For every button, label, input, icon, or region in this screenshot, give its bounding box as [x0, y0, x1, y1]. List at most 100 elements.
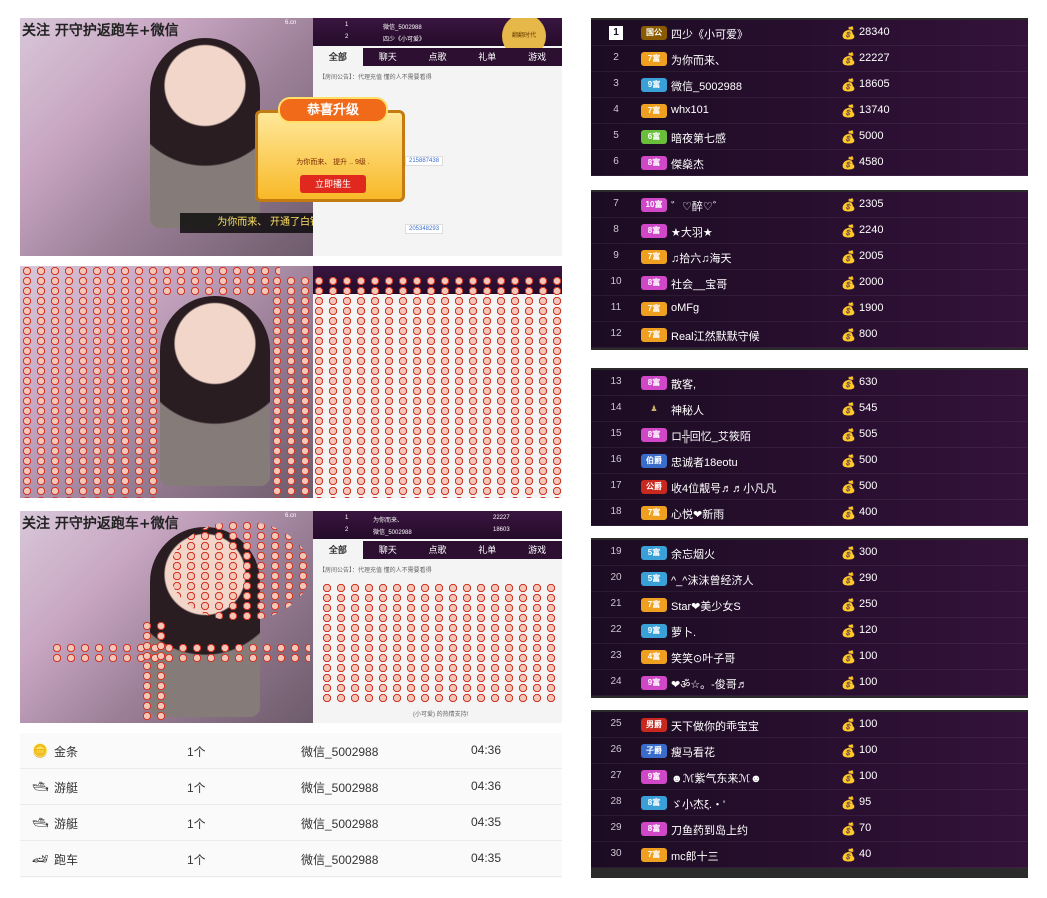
support-footer: (小可爱) 的热情支持! [413, 712, 469, 718]
rank-user-name: oMFg [671, 302, 700, 314]
coin-icon: 💰 [841, 276, 856, 290]
tab-song[interactable]: 点歌 [413, 48, 463, 66]
rank-row: 30 7富 mc郎十三 💰 40 [591, 842, 1028, 868]
rank-badge: 9富 [641, 78, 667, 92]
rank-score: 545 [859, 402, 878, 414]
rank-score: 95 [859, 796, 872, 808]
rank-user-name: 心悦❤新雨 [671, 509, 725, 521]
rank-row: 26 子爵 瘦马看花 💰 100 [591, 738, 1028, 764]
gift-time: 04:36 [471, 743, 502, 757]
rank-user-name: 瘦马看花 [671, 747, 715, 759]
rank-number: 29 [610, 822, 622, 833]
tab-all[interactable]: 全部 [313, 48, 363, 66]
rank-user-name: Real江然默默守候 [671, 331, 760, 343]
rank-row: 2 7富 为你而来、 💰 22227 [591, 46, 1028, 72]
coin-icon: 💰 [841, 130, 856, 144]
coin-icon: 💰 [841, 250, 856, 264]
rank-user-name: 收4位靓号♬♬小凡凡 [671, 483, 777, 495]
rank-user-name: mc郎十三 [671, 851, 719, 863]
rank-badge: 9富 [641, 770, 667, 784]
rank-badge: 8富 [641, 156, 667, 170]
rank-badge: 6富 [641, 130, 667, 144]
gift-list: 🪙 金条 1个 微信_5002988 04:36 🛥 游艇 1个 微信_5002988 04:36… [20, 733, 562, 878]
rank-number: 19 [610, 546, 622, 557]
coin-icon: 💰 [841, 328, 856, 342]
tab-chat[interactable]: 聊天 [363, 541, 413, 559]
tab-game[interactable]: 游戏 [512, 541, 562, 559]
gift-time: 04:35 [471, 851, 502, 865]
gift-name: 游艇 [54, 781, 79, 795]
rank-score: 13740 [859, 104, 890, 116]
gift-count: 1个 [187, 853, 206, 867]
rank-score: 100 [859, 744, 878, 756]
rank-badge: 10富 [641, 198, 667, 212]
gift-user: 微信_5002988 [301, 781, 379, 795]
rank-score: 70 [859, 822, 872, 834]
rank-user-name: ゛♡醉♡゛ [671, 201, 724, 213]
rank-badge: 7富 [641, 52, 667, 66]
coin-icon: 💰 [841, 506, 856, 520]
rank-row: 20 5富 ^_^沫沫曾经济人 💰 290 [591, 566, 1028, 592]
coin-icon: 💰 [841, 598, 856, 612]
rank-number: 26 [610, 744, 622, 755]
coin-icon: 💰 [841, 718, 856, 732]
rank-user-name: ❤ॐ☆。-俊哥♬ [671, 679, 748, 691]
rank-badge: 伯爵 [641, 454, 667, 468]
gift-user: 微信_5002988 [301, 853, 379, 867]
rank-row: 19 5富 余忘烟火 💰 300 [591, 540, 1028, 566]
rank-score: 630 [859, 376, 878, 388]
rank-number: 16 [610, 454, 622, 465]
coin-icon: 💰 [841, 770, 856, 784]
rank-user-name: 微信_5002988 [671, 81, 742, 93]
tab-gift[interactable]: 礼单 [462, 48, 512, 66]
tab-all[interactable]: 全部 [313, 541, 363, 559]
rank-user-name: 暗夜第七感 [671, 133, 726, 145]
chat-tabs: 全部 聊天 点歌 礼单 游戏 [313, 48, 562, 66]
rank-number: 17 [610, 480, 622, 491]
yacht-icon: 🛥 [32, 815, 49, 830]
rank-number: 9 [613, 250, 619, 261]
rank-badge: 7富 [641, 302, 667, 316]
screenshot-2 [20, 266, 562, 498]
room-notice: 【房间公告】：代理充值 懂的人不需要看得 [319, 75, 432, 81]
rank-number: 10 [610, 276, 622, 287]
rank-user-name: ★大羽★ [671, 227, 713, 239]
gold-bar-icon: 🪙 [32, 743, 49, 758]
rank-badge: 9富 [641, 676, 667, 690]
gift-count: 1个 [187, 781, 206, 795]
popup-button[interactable]: 立即播生 [300, 175, 366, 193]
rank-number: 2 [613, 52, 619, 63]
rank-badge: 7富 [641, 506, 667, 520]
rank-score: 505 [859, 428, 878, 440]
tab-gift[interactable]: 礼单 [462, 541, 512, 559]
chat-tabs: 全部 聊天 点歌 礼单 游戏 [313, 541, 562, 559]
rank-badge: 8富 [641, 224, 667, 238]
rank-score: 290 [859, 572, 878, 584]
coin-icon: 💰 [841, 78, 856, 92]
tab-game[interactable]: 游戏 [512, 48, 562, 66]
mystery-icon: ♟ [650, 404, 658, 413]
screenshot-1: 关注 开守护返跑车+微信 为你而来、 开通了白银守护! 6.cn 1 微信_50… [20, 18, 562, 256]
rank-user-name: 社会__宝哥 [671, 279, 728, 291]
rank-user-name: 天下做你的乖宝宝 [671, 721, 759, 733]
rank-user-name: 傑燊杰 [671, 159, 704, 171]
rank-row: 25 男爵 天下做你的乖宝宝 💰 100 [591, 712, 1028, 738]
coin-icon: 💰 [841, 454, 856, 468]
rank-badge: 4富 [641, 650, 667, 664]
rank-badge: 7富 [641, 848, 667, 862]
coin-icon: 💰 [841, 198, 856, 212]
rank-score: 40 [859, 848, 872, 860]
coin-icon: 💰 [841, 104, 856, 118]
rank-row: 5 6富 暗夜第七感 💰 5000 [591, 124, 1028, 150]
rank-row: 22 9富 萝卜. 💰 120 [591, 618, 1028, 644]
rank-score: 1900 [859, 302, 884, 314]
gift-time: 04:35 [471, 815, 502, 829]
rank-row: 3 9富 微信_5002988 💰 18605 [591, 72, 1028, 98]
tab-chat[interactable]: 聊天 [363, 48, 413, 66]
rank-user-name: ^_^沫沫曾经济人 [671, 575, 754, 587]
rank-number: 13 [610, 376, 622, 387]
rank-score: 22227 [859, 52, 890, 64]
tab-song[interactable]: 点歌 [413, 541, 463, 559]
rank-score: 2000 [859, 276, 884, 288]
rank-row: 13 8富 散客, 💰 630 [591, 370, 1028, 396]
